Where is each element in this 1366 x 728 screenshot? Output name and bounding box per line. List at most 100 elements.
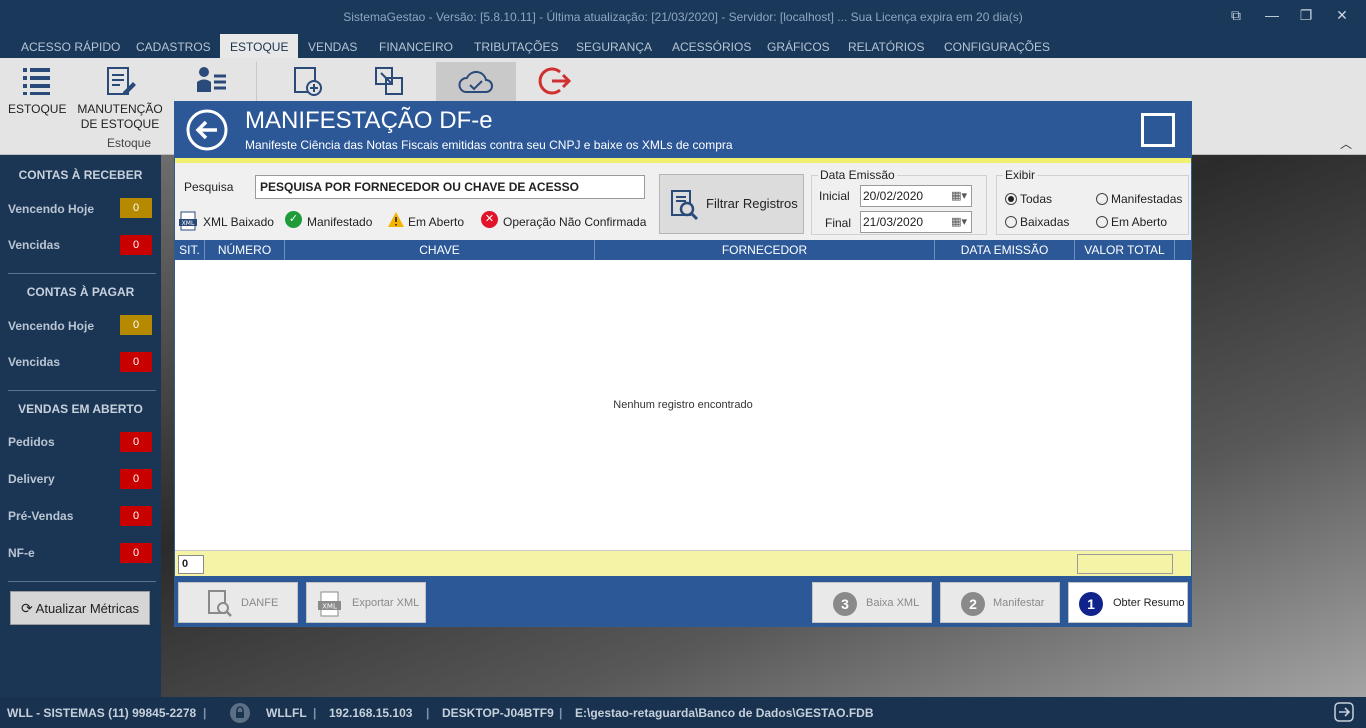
grid-header: SIT. NÚMERO CHAVE FORNECEDOR DATA EMISSÃ… (175, 240, 1191, 260)
list-icon (23, 68, 50, 95)
ribbon-estoque-label: ESTOQUE (8, 102, 67, 116)
lock-icon (229, 702, 251, 727)
column-data-emissao[interactable]: DATA EMISSÃO (935, 240, 1075, 260)
filter-panel: Pesquisa XML XML Baixado ✓ Manifestado E… (175, 163, 1191, 240)
legend-aberto-label: Em Aberto (408, 215, 465, 229)
tab-financeiro[interactable]: FINANCEIRO (379, 34, 453, 58)
maximize-icon[interactable]: ❐ (1296, 7, 1316, 24)
back-button[interactable] (185, 108, 229, 155)
baixa-xml-label: Baixa XML (866, 597, 920, 609)
delivery-badge[interactable]: 0 (120, 469, 152, 489)
exit-icon[interactable] (1334, 702, 1354, 725)
manifestar-button[interactable]: 2 Manifestar (940, 582, 1060, 623)
ribbon-manutencao-label1: MANUTENÇÃO (77, 102, 163, 116)
minimize-icon[interactable]: — (1262, 7, 1282, 23)
ribbon-estoque-button[interactable]: ESTOQUE (8, 64, 66, 117)
maximize-dialog-button[interactable] (1141, 113, 1175, 147)
column-valor-total[interactable]: VALOR TOTAL (1075, 240, 1175, 260)
radio-todas[interactable]: Todas (1005, 192, 1052, 206)
grid-footer: 0 (175, 550, 1191, 576)
sidebar: CONTAS À RECEBER Vencendo Hoje 0 Vencida… (0, 155, 161, 697)
prevendas-badge[interactable]: 0 (120, 506, 152, 526)
tab-vendas[interactable]: VENDAS (308, 34, 357, 58)
grid-body[interactable]: Nenhum registro encontrado (175, 260, 1191, 550)
obter-resumo-button[interactable]: 1 Obter Resumo (1068, 582, 1188, 623)
refresh-metrics-label: Atualizar Métricas (35, 601, 139, 616)
filter-records-button[interactable]: Filtrar Registros (659, 174, 804, 234)
tab-estoque[interactable]: ESTOQUE (220, 34, 299, 58)
calendar-dropdown-icon[interactable]: ▦▾ (951, 189, 967, 202)
ribbon-transfer-button[interactable] (364, 64, 414, 102)
radio-manifestadas[interactable]: Manifestadas (1096, 192, 1182, 206)
ribbon-logout-button[interactable] (530, 64, 580, 102)
column-sit[interactable]: SIT. (175, 240, 205, 260)
status-separator: | (313, 706, 317, 720)
tab-seguranca[interactable]: SEGURANÇA (576, 34, 652, 58)
danfe-button[interactable]: DANFE (178, 582, 298, 623)
tab-acessorios[interactable]: ACESSÓRIOS (672, 34, 751, 58)
pagar-vencendo-badge[interactable]: 0 (120, 315, 152, 335)
add-doc-icon (294, 67, 322, 96)
pagar-vencidas-badge[interactable]: 0 (120, 352, 152, 372)
cloud-icon (458, 70, 493, 93)
baixa-xml-button[interactable]: 3 Baixa XML (812, 582, 932, 623)
restore-icon[interactable]: ⧉ (1226, 7, 1246, 24)
pedidos-badge[interactable]: 0 (120, 432, 152, 452)
ribbon-person-list-button[interactable] (186, 64, 236, 102)
receber-vencendo-badge[interactable]: 0 (120, 198, 152, 218)
warning-icon (388, 212, 404, 227)
date-inicial-input[interactable]: 20/02/2020 ▦▾ (860, 185, 972, 207)
danfe-label: DANFE (241, 597, 279, 609)
pedidos-label: Pedidos (8, 435, 55, 449)
pagar-title: CONTAS À PAGAR (26, 285, 135, 299)
tab-graficos[interactable]: GRÁFICOS (767, 34, 830, 58)
tab-acesso-rapido[interactable]: ACESSO RÁPIDO (21, 34, 120, 58)
sidebar-divider (8, 273, 156, 274)
tab-relatorios[interactable]: RELATÓRIOS (848, 34, 924, 58)
radio-em-aberto[interactable]: Em Aberto (1096, 215, 1167, 229)
tab-configuracoes[interactable]: CONFIGURAÇÕES (944, 34, 1050, 58)
person-list-icon (197, 67, 226, 92)
radio-baixadas-label: Baixadas (1020, 215, 1070, 229)
inicial-label: Inicial (819, 189, 850, 203)
ribbon-group-label: Estoque (107, 136, 152, 150)
chevron-up-icon[interactable]: ︿ (1340, 135, 1352, 152)
xml-file-icon: XML (318, 591, 341, 617)
final-label: Final (825, 216, 852, 230)
svg-text:XML: XML (182, 220, 195, 227)
receber-vencidas-badge[interactable]: 0 (120, 235, 152, 255)
search-input[interactable] (255, 175, 645, 199)
calendar-dropdown-icon[interactable]: ▦▾ (951, 215, 967, 228)
export-xml-button[interactable]: XML Exportar XML (306, 582, 426, 623)
radio-unchecked-icon (1096, 216, 1108, 228)
receber-vencendo-label: Vencendo Hoje (8, 202, 95, 216)
search-label: Pesquisa (184, 180, 234, 194)
column-fornecedor[interactable]: FORNECEDOR (595, 240, 935, 260)
status-ip: 192.168.15.103 (329, 706, 413, 720)
column-numero[interactable]: NÚMERO (205, 240, 285, 260)
legend-nao-confirmada-label: Operação Não Confirmada (503, 215, 647, 229)
nfe-badge[interactable]: 0 (120, 543, 152, 563)
exibir-group: Exibir Todas Manifestadas Baixadas Em Ab… (996, 168, 1189, 235)
radio-manifestadas-label: Manifestadas (1111, 192, 1183, 206)
dialog-title: MANIFESTAÇÃO DF-e (245, 107, 493, 134)
date-final-value: 21/03/2020 (863, 215, 924, 229)
date-final-input[interactable]: 21/03/2020 ▦▾ (860, 211, 972, 233)
ribbon-manutencao-button[interactable]: MANUTENÇÃO DE ESTOQUE (76, 64, 164, 132)
nfe-label: NF-e (8, 546, 35, 560)
radio-baixadas[interactable]: Baixadas (1005, 215, 1069, 229)
dialog-header: MANIFESTAÇÃO DF-e Manifeste Ciência das … (175, 102, 1191, 158)
back-arrow-icon (186, 109, 228, 151)
refresh-metrics-button[interactable]: ⟳ Atualizar Métricas (10, 591, 150, 625)
tab-tributacoes[interactable]: TRIBUTAÇÕES (474, 34, 558, 58)
date-inicial-value: 20/02/2020 (863, 189, 924, 203)
tab-cadastros[interactable]: CADASTROS (136, 34, 211, 58)
step-number-badge: 2 (961, 592, 985, 616)
edit-doc-icon (107, 67, 136, 95)
receber-title: CONTAS À RECEBER (18, 168, 143, 182)
step-number-badge: 3 (833, 592, 857, 616)
dialog-subtitle: Manifeste Ciência das Notas Fiscais emit… (245, 138, 733, 152)
ribbon-add-doc-button[interactable] (282, 64, 332, 102)
close-icon[interactable]: ✕ (1332, 7, 1352, 24)
column-chave[interactable]: CHAVE (285, 240, 595, 260)
